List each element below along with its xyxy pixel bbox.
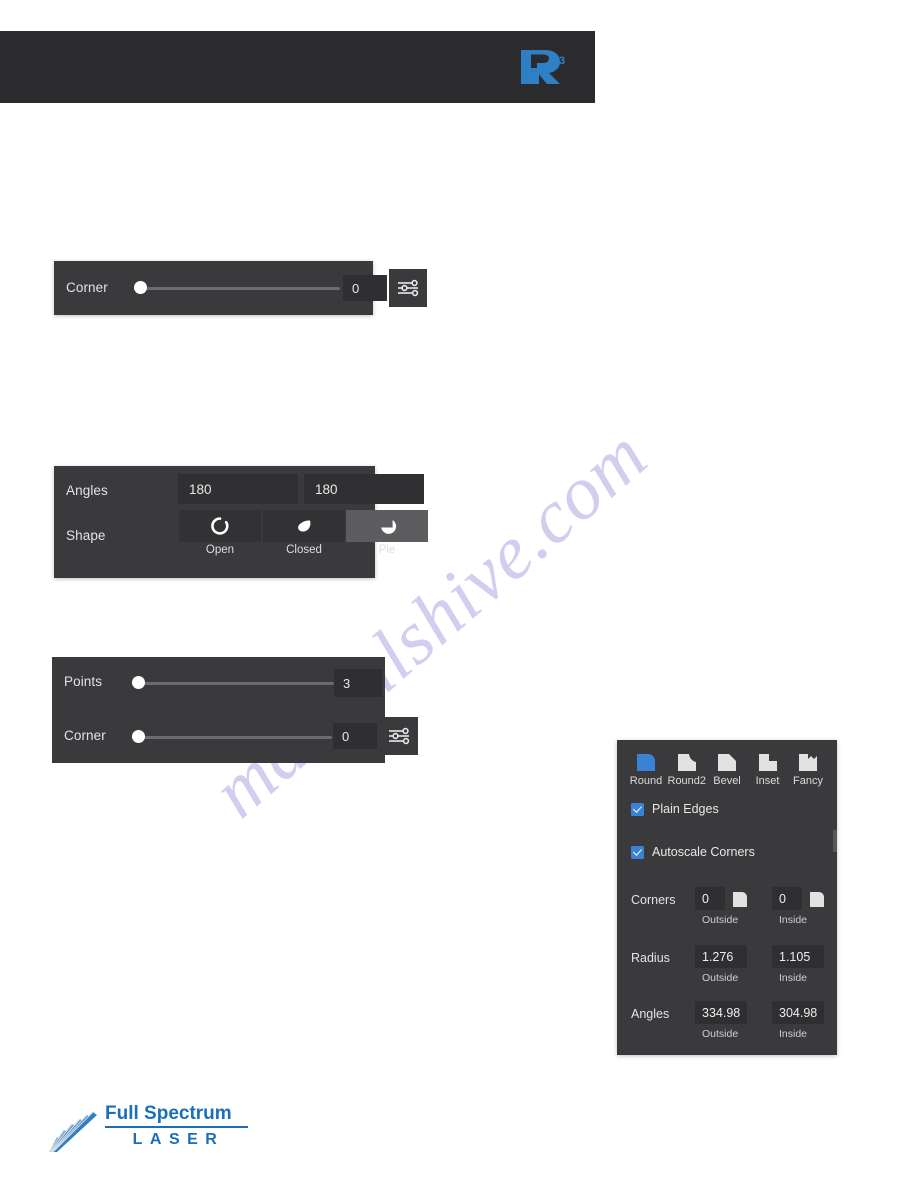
- slider-track: [134, 287, 340, 290]
- fsl-brand-bottom: LASER: [132, 1130, 225, 1148]
- pie-shape-icon: [381, 520, 397, 534]
- angles-inside-cell: 304.98 Inside: [772, 1001, 854, 1040]
- fsl-brand-top: Full Spectrum: [105, 1103, 232, 1124]
- radius-inside-sublabel: Inside: [779, 972, 808, 984]
- corner-slider-panel: Corner 0: [54, 261, 427, 315]
- angle-outside-input[interactable]: 180: [178, 474, 298, 504]
- corner-preview-icon: [808, 890, 826, 915]
- shape-label: Shape: [66, 528, 106, 543]
- radius-outside-cell: 1.276 Outside: [695, 945, 777, 984]
- plain-edges-checkbox-row[interactable]: Plain Edges: [631, 802, 719, 816]
- angles-outside-cell: 334.98 Outside: [695, 1001, 777, 1040]
- corners-inside-cell: 0 Inside: [772, 887, 854, 926]
- shape-caption-pie: Pie: [378, 544, 396, 556]
- radius-outside-input[interactable]: 1.276: [695, 945, 747, 968]
- corner-value-input[interactable]: 0: [343, 275, 387, 301]
- fsl-rays-icon: [47, 1111, 101, 1160]
- corner-style-round[interactable]: Round: [627, 749, 665, 787]
- arc-settings-panel: Angles 180 180 Shape Open Closed Pie: [54, 466, 428, 578]
- corners-outside-cell: 0 Outside: [695, 887, 777, 926]
- autoscale-corners-checkbox-row[interactable]: Autoscale Corners: [631, 845, 755, 859]
- corners-outside-sublabel: Outside: [702, 914, 739, 926]
- corner-style-round2[interactable]: Round2: [668, 749, 706, 787]
- page-header-bar: 3: [0, 31, 595, 103]
- sliders-icon[interactable]: [389, 269, 427, 307]
- star-corner-slider[interactable]: [132, 728, 332, 746]
- round-corner-icon: [627, 749, 665, 773]
- shape-option-closed[interactable]: [263, 510, 345, 542]
- corner-style-label: Inset: [755, 775, 780, 787]
- corner-style-label: Fancy: [793, 775, 823, 787]
- corners-outside-input[interactable]: 0: [695, 887, 725, 910]
- fsl-wordmark: Full Spectrum LASER: [105, 1103, 248, 1149]
- angles-row-label: Angles: [631, 1007, 670, 1021]
- inset-corner-icon: [749, 749, 787, 773]
- corners-inside-input[interactable]: 0: [772, 887, 802, 910]
- radius-inside-cell: 1.105 Inside: [772, 945, 854, 984]
- fancy-corner-icon: [789, 749, 827, 773]
- shape-option-pie[interactable]: [346, 510, 428, 542]
- slider-track: [132, 736, 332, 739]
- open-arc-icon: [211, 517, 229, 535]
- angles-inside-sublabel: Inside: [779, 1028, 808, 1040]
- svg-text:3: 3: [559, 55, 565, 67]
- sliders-icon[interactable]: [380, 717, 418, 755]
- angles-outside-sublabel: Outside: [702, 1028, 739, 1040]
- plain-edges-checkbox[interactable]: [631, 802, 644, 816]
- shape-option-open[interactable]: [179, 510, 261, 542]
- angles-label: Angles: [66, 483, 108, 498]
- closed-shape-icon: [298, 520, 311, 532]
- points-label: Points: [64, 674, 103, 689]
- plain-edges-label: Plain Edges: [652, 802, 719, 816]
- star-corner-value-input[interactable]: 0: [333, 723, 377, 749]
- angles-row: Angles 334.98 Outside 304.98 Inside: [617, 998, 837, 1050]
- autoscale-corners-checkbox[interactable]: [631, 845, 644, 859]
- radius-row: Radius 1.276 Outside 1.105 Inside: [617, 942, 837, 994]
- shape-caption-closed: Closed: [286, 544, 322, 556]
- corner-style-bevel[interactable]: Bevel: [708, 749, 746, 787]
- corners-inside-sublabel: Inside: [779, 914, 808, 926]
- angle-inside-input[interactable]: 180: [304, 474, 424, 504]
- autoscale-corners-label: Autoscale Corners: [652, 845, 755, 859]
- corner-preview-icon: [731, 890, 749, 915]
- slider-track: [132, 682, 334, 685]
- corner-style-label: Round2: [667, 775, 707, 787]
- slider-handle[interactable]: [134, 281, 147, 294]
- radius-row-label: Radius: [631, 951, 670, 965]
- star-corner-label: Corner: [64, 728, 106, 743]
- points-slider[interactable]: [132, 674, 334, 692]
- corner-style-label: Bevel: [713, 775, 741, 787]
- slider-handle[interactable]: [132, 676, 145, 689]
- corner-label: Corner: [66, 280, 108, 295]
- round2-corner-icon: [668, 749, 706, 773]
- angles-inside-input[interactable]: 304.98: [772, 1001, 824, 1024]
- corner-slider[interactable]: [134, 279, 340, 297]
- corners-row: Corners 0 Outside 0 Inside: [617, 884, 837, 936]
- corner-style-selector: Round Round2 Bevel Inset Fancy: [627, 749, 827, 787]
- radius-outside-sublabel: Outside: [702, 972, 739, 984]
- points-value-input[interactable]: 3: [334, 669, 382, 697]
- corners-settings-panel: Round Round2 Bevel Inset Fancy Plain Edg…: [617, 740, 837, 1055]
- corner-style-fancy[interactable]: Fancy: [789, 749, 827, 787]
- shape-caption-open: Open: [205, 544, 235, 556]
- bevel-corner-icon: [708, 749, 746, 773]
- corner-style-inset[interactable]: Inset: [749, 749, 787, 787]
- angles-outside-input[interactable]: 334.98: [695, 1001, 747, 1024]
- panel-scrollbar[interactable]: [833, 830, 837, 852]
- corner-style-label: Round: [629, 775, 663, 787]
- slider-handle[interactable]: [132, 730, 145, 743]
- star-settings-panel: Points 3 Corner 0: [52, 657, 418, 763]
- full-spectrum-laser-logo: Full Spectrum LASER: [47, 1103, 248, 1155]
- radius-inside-input[interactable]: 1.105: [772, 945, 824, 968]
- corners-row-label: Corners: [631, 893, 676, 907]
- fsl-divider: [105, 1126, 248, 1128]
- watermark-text: manualshive.com: [196, 412, 663, 834]
- retinaengrave-r3-logo: 3: [515, 44, 573, 90]
